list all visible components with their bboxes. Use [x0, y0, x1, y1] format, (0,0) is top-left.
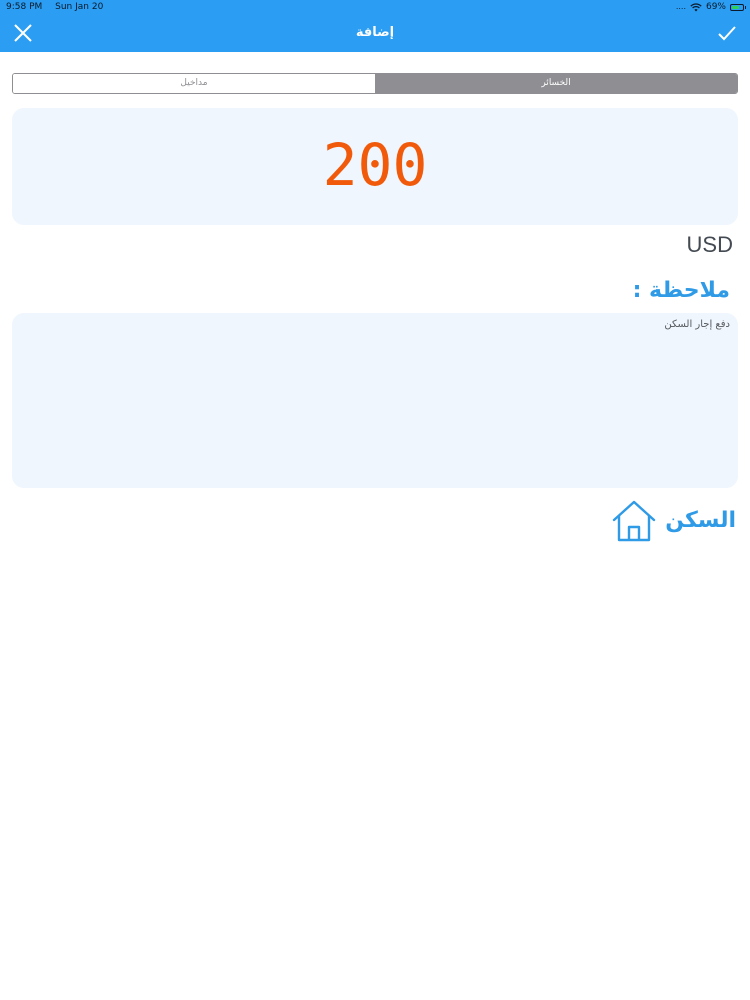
nav-title: إضافة	[355, 25, 395, 40]
signal-dots-icon: ....	[675, 2, 686, 11]
note-textarea[interactable]: دفع إجار السكن	[12, 313, 738, 488]
status-left: 9:58 PM Sun Jan 20	[6, 0, 113, 14]
battery-fill	[732, 5, 739, 9]
amount-input-box[interactable]: 200	[12, 108, 738, 225]
checkmark-icon[interactable]	[716, 22, 738, 44]
note-label: ملاحظة :	[632, 278, 730, 303]
status-time: 9:58 PM	[6, 2, 43, 12]
amount-value: 200	[322, 131, 428, 199]
status-right: .... 69%	[675, 0, 746, 14]
segment-expenses[interactable]: الخسائر	[375, 74, 737, 93]
note-text: دفع إجار السكن	[664, 319, 730, 330]
battery-charging-icon	[730, 3, 746, 11]
home-icon	[613, 500, 656, 542]
status-bar: 9:58 PM Sun Jan 20 .... 69%	[0, 0, 750, 14]
segment-income[interactable]: مداخيل	[13, 74, 375, 93]
category-button[interactable]: السكن	[611, 496, 736, 546]
status-date: Sun Jan 20	[55, 2, 104, 12]
battery-percent: 69%	[705, 2, 726, 12]
type-segmented-control: الخسائر مداخيل	[12, 73, 738, 94]
currency-label[interactable]: USD	[687, 230, 733, 260]
wifi-icon	[690, 2, 702, 11]
nav-bar: إضافة	[0, 14, 750, 52]
category-label: السكن	[665, 508, 736, 533]
